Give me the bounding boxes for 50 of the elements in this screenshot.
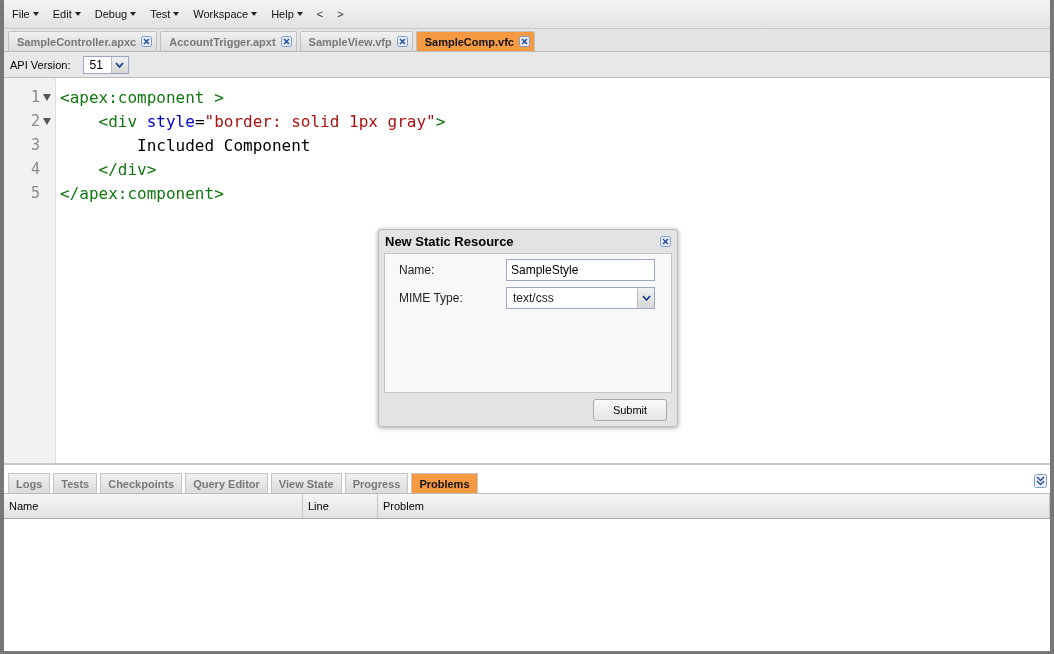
menu-item[interactable]: Edit bbox=[52, 8, 81, 20]
mime-type-select[interactable]: text/css bbox=[506, 287, 655, 309]
panel-tab[interactable]: Tests bbox=[53, 473, 98, 493]
line-number: 3 bbox=[30, 136, 40, 154]
menu-item[interactable]: < bbox=[316, 8, 324, 20]
panel-tab[interactable]: View State bbox=[270, 473, 342, 493]
code-line: <apex:component > bbox=[60, 86, 225, 109]
file-tab[interactable]: SampleComp.vfc bbox=[415, 31, 535, 51]
close-icon[interactable] bbox=[396, 36, 408, 47]
close-icon[interactable] bbox=[280, 36, 292, 47]
submit-button[interactable]: Submit bbox=[593, 398, 667, 421]
field-label: Name: bbox=[399, 263, 436, 277]
panel-tab[interactable]: Logs bbox=[8, 473, 51, 493]
close-icon[interactable] bbox=[660, 236, 671, 247]
code-line: </apex:component> bbox=[60, 182, 225, 205]
code-line: </div> bbox=[97, 158, 158, 181]
panel-tab[interactable]: Problems bbox=[411, 473, 478, 493]
line-number: 5 bbox=[30, 184, 40, 202]
panel-tab[interactable]: Query Editor bbox=[185, 473, 268, 493]
field-label: MIME Type: bbox=[399, 291, 464, 305]
close-icon[interactable] bbox=[519, 36, 530, 47]
caret-icon bbox=[641, 295, 651, 301]
caret-icon bbox=[115, 61, 125, 68]
panel-tab[interactable]: Checkpoints bbox=[100, 473, 183, 493]
menu-item[interactable]: Debug bbox=[94, 8, 137, 20]
column-header[interactable]: Problem bbox=[378, 494, 1050, 518]
fold-icon[interactable] bbox=[43, 93, 51, 101]
column-header[interactable]: Line bbox=[303, 494, 378, 518]
menu-item[interactable]: Test bbox=[150, 8, 180, 20]
file-tab[interactable]: SampleView.vfp bbox=[299, 31, 413, 51]
file-tab[interactable]: SampleController.apxc bbox=[8, 31, 158, 51]
menu-item[interactable]: Help bbox=[271, 8, 303, 20]
menu-item[interactable]: > bbox=[337, 8, 344, 20]
menu-item[interactable]: Workspace bbox=[193, 8, 258, 20]
dialog-title: New Static Resource bbox=[385, 234, 514, 249]
close-icon[interactable] bbox=[141, 36, 153, 47]
line-number: 1 bbox=[30, 88, 40, 106]
api-version-label: API Version: bbox=[10, 58, 71, 71]
menu-item[interactable]: File bbox=[12, 8, 39, 20]
collapse-icon[interactable] bbox=[1034, 474, 1047, 488]
name-input[interactable]: SampleStyle bbox=[506, 259, 655, 281]
code-line: Included Component bbox=[136, 134, 312, 157]
file-tab[interactable]: AccountTrigger.apxt bbox=[160, 31, 297, 51]
fold-icon[interactable] bbox=[43, 117, 51, 125]
panel-tab[interactable]: Progress bbox=[344, 473, 409, 493]
code-line: <div style="border: solid 1px gray"> bbox=[97, 110, 446, 133]
line-number: 4 bbox=[30, 160, 40, 178]
column-header[interactable]: Name bbox=[4, 494, 303, 518]
api-version-select[interactable]: 51 bbox=[82, 55, 129, 74]
line-number: 2 bbox=[30, 112, 40, 130]
